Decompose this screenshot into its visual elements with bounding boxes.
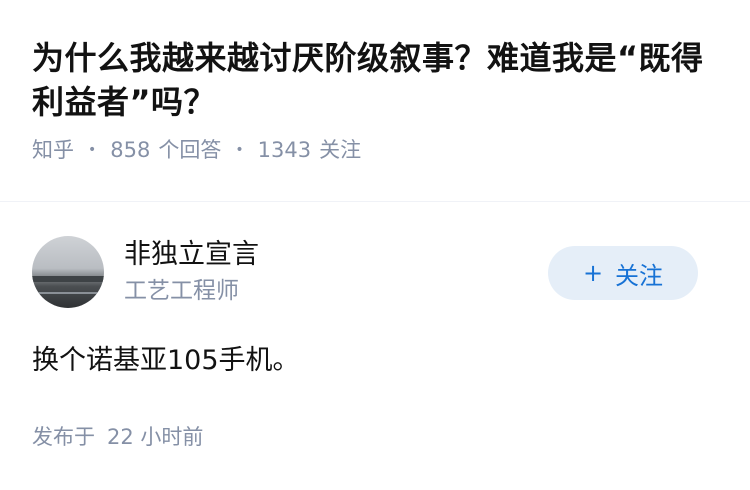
- follow-count-label: 关注: [319, 138, 362, 162]
- author-headline: 工艺工程师: [124, 278, 239, 304]
- answer-count: 858: [110, 138, 151, 162]
- avatar-stripe: [32, 292, 104, 294]
- answer-content[interactable]: 换个诺基亚105手机。: [32, 342, 300, 380]
- publish-time: 22 小时前: [107, 425, 204, 449]
- question-title[interactable]: 为什么我越来越讨厌阶级叙事？难道我是“既得利益者”吗？: [32, 36, 722, 124]
- author-name[interactable]: 非独立宣言: [124, 238, 259, 272]
- question-header: 为什么我越来越讨厌阶级叙事？难道我是“既得利益者”吗？ 知乎 • 858 个回答…: [32, 36, 722, 164]
- follow-button-label: 关注: [615, 261, 664, 290]
- avatar[interactable]: [32, 236, 104, 308]
- avatar-horizon: [32, 276, 104, 282]
- section-divider: [0, 201, 750, 202]
- meta-separator: •: [235, 142, 244, 158]
- question-meta: 知乎 • 858 个回答 • 1343 关注: [32, 136, 722, 164]
- answer-author-row: 非独立宣言 工艺工程师 + 关注: [32, 236, 722, 308]
- follow-button[interactable]: + 关注: [548, 246, 698, 300]
- meta-separator: •: [88, 142, 97, 158]
- answer-time: 发布于 22 小时前: [32, 423, 203, 451]
- answer-count-label[interactable]: 个回答: [158, 136, 221, 164]
- source-label[interactable]: 知乎: [32, 136, 74, 164]
- follow-count: 1343: [257, 138, 312, 162]
- publish-label: 发布于: [32, 425, 95, 449]
- plus-icon: +: [582, 259, 604, 287]
